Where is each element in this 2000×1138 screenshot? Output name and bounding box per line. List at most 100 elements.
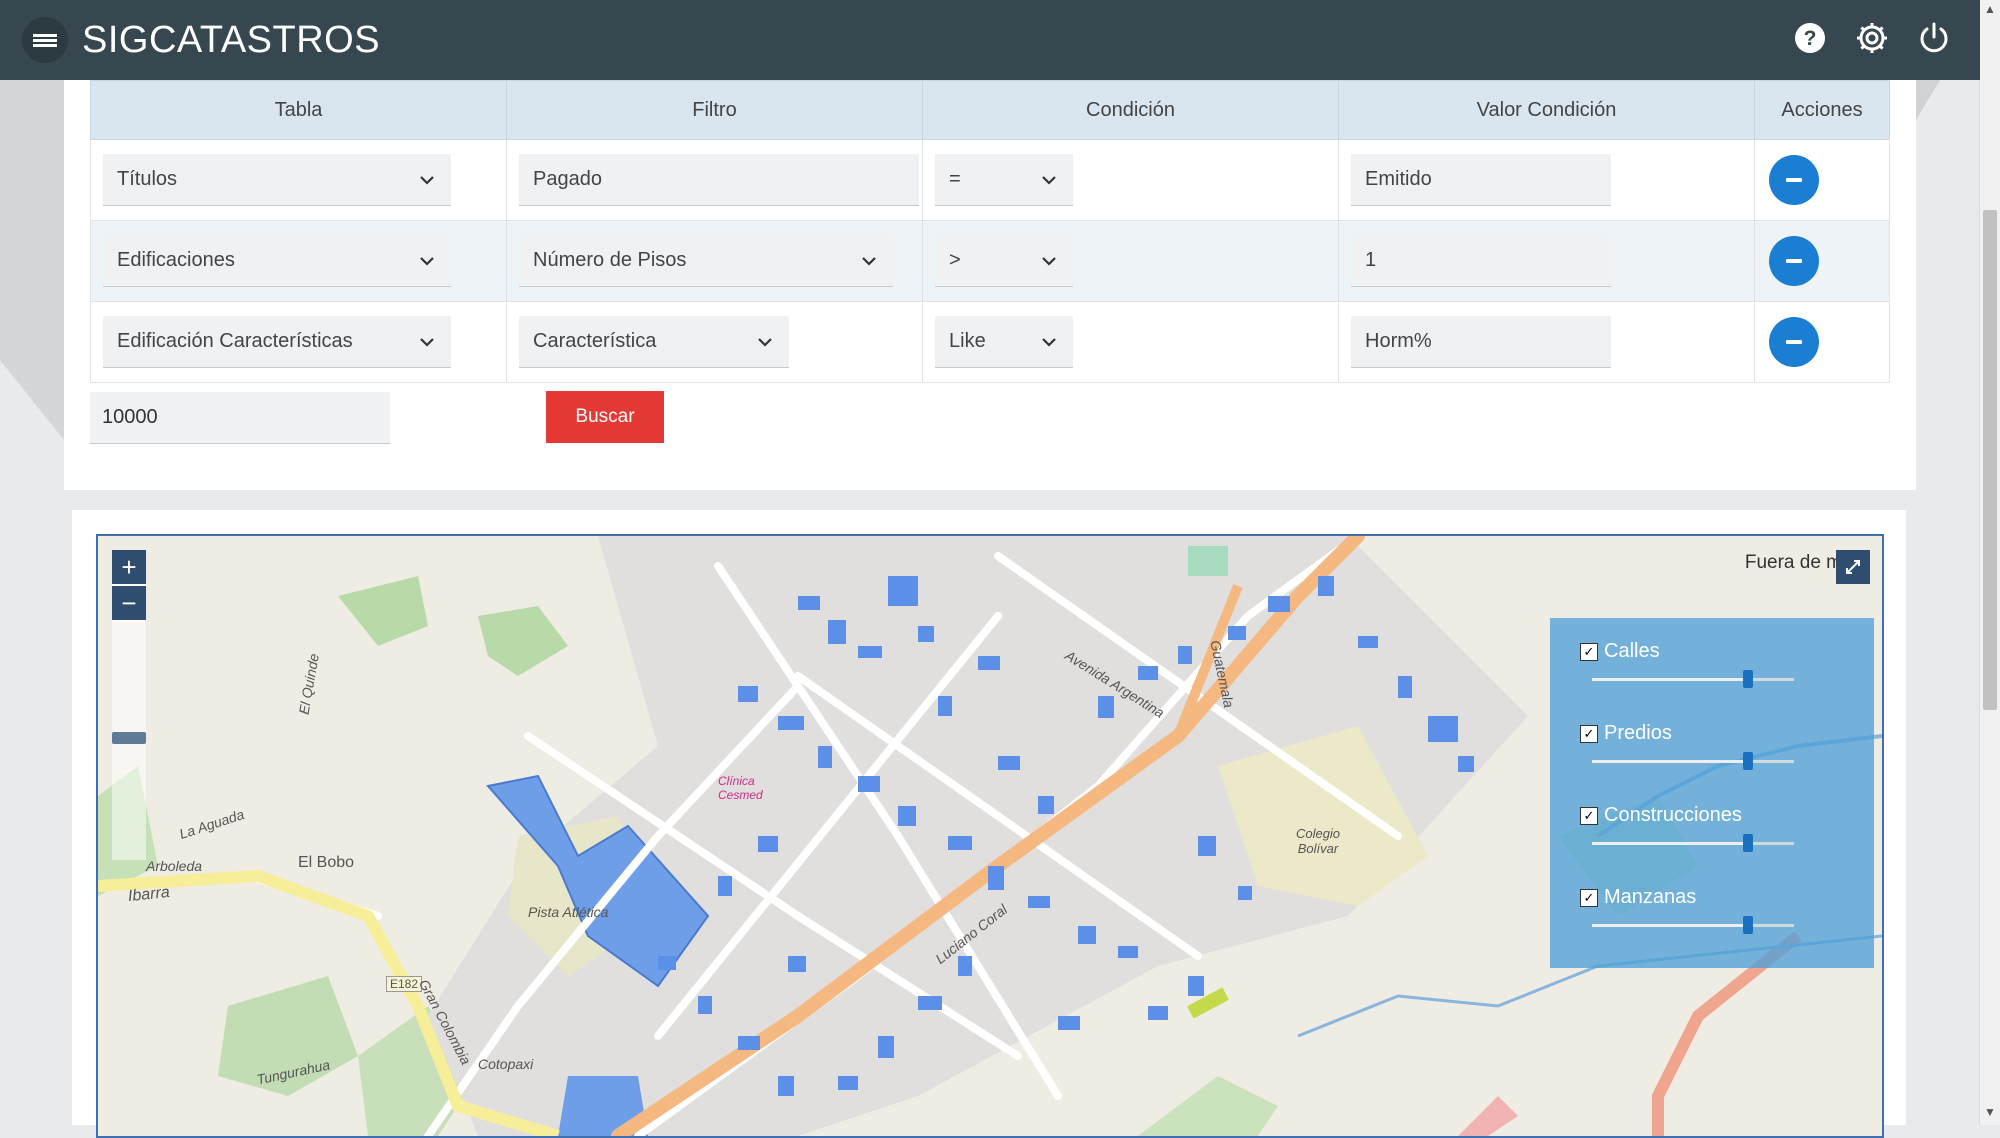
- menu-button[interactable]: [22, 17, 68, 63]
- scrollbar-thumb[interactable]: [1983, 210, 1997, 710]
- chevron-down-icon: [420, 256, 434, 266]
- chevron-down-icon: [758, 337, 772, 347]
- layer-label: Predios: [1604, 722, 1672, 744]
- layer-checkbox[interactable]: ✓: [1580, 724, 1598, 743]
- layer-item-calles: ✓ Calles: [1580, 640, 1860, 688]
- filtro-input[interactable]: Pagado: [519, 154, 919, 206]
- zoom-in-button[interactable]: +: [112, 550, 146, 584]
- chevron-down-icon: [420, 175, 434, 185]
- table-row: Edificaciones Número de Pisos > 1: [90, 220, 1890, 302]
- column-header-acciones: Acciones: [1754, 80, 1890, 140]
- tabla-value: Edificación Características: [117, 330, 353, 352]
- tabla-select[interactable]: Edificaciones: [103, 235, 451, 287]
- column-header-valor: Valor Condición: [1338, 80, 1755, 140]
- zoom-controls: + −: [112, 550, 146, 622]
- slider-thumb[interactable]: [1742, 916, 1753, 934]
- menu-icon: [33, 32, 57, 49]
- scroll-down-arrow[interactable]: ▼: [1980, 1105, 2000, 1123]
- column-header-filtro: Filtro: [506, 80, 923, 140]
- remove-row-button[interactable]: [1769, 236, 1819, 286]
- chevron-down-icon: [420, 337, 434, 347]
- map-label: El Bobo: [298, 854, 355, 871]
- filter-table: Tabla Filtro Condición Valor Condición A…: [90, 80, 1890, 383]
- valor-value: 1: [1365, 249, 1377, 271]
- map-label: Clínica Cesmed: [718, 774, 763, 802]
- tabla-value: Títulos: [117, 168, 178, 190]
- help-button[interactable]: ?: [1788, 16, 1832, 60]
- settings-button[interactable]: [1850, 16, 1894, 60]
- chevron-down-icon: [1042, 175, 1056, 185]
- layer-opacity-slider[interactable]: [1592, 834, 1794, 852]
- minus-icon: [1786, 340, 1802, 344]
- valor-condicion-input[interactable]: Horm%: [1351, 316, 1611, 368]
- valor-value: Horm%: [1365, 330, 1432, 352]
- layer-switcher: ✓ Calles ✓ Predios ✓ Construcciones ✓ Manzan…: [1550, 618, 1874, 968]
- slider-thumb[interactable]: [1742, 670, 1753, 688]
- layer-opacity-slider[interactable]: [1592, 752, 1794, 770]
- filtro-value: Pagado: [533, 168, 602, 190]
- column-header-tabla: Tabla: [90, 80, 507, 140]
- layer-label: Manzanas: [1604, 886, 1697, 908]
- tabla-select[interactable]: Títulos: [103, 154, 451, 206]
- layer-checkbox[interactable]: ✓: [1580, 642, 1598, 661]
- table-row: Edificación Características Característi…: [90, 301, 1890, 383]
- layer-label: Calles: [1604, 640, 1660, 662]
- zoom-slider[interactable]: [112, 620, 146, 860]
- valor-condicion-input[interactable]: 1: [1351, 235, 1611, 287]
- valor-value: Emitido: [1365, 168, 1432, 190]
- tabla-select[interactable]: Edificación Características: [103, 316, 451, 368]
- svg-text:?: ?: [1804, 27, 1817, 50]
- layer-checkbox[interactable]: ✓: [1580, 888, 1598, 907]
- settings-icon: [1857, 23, 1887, 53]
- map-label: Colegio Bolívar: [1295, 826, 1341, 856]
- table-row: Títulos Pagado = Emitido: [90, 139, 1890, 221]
- scroll-up-arrow[interactable]: ▲: [1980, 2, 2000, 20]
- condicion-select[interactable]: =: [935, 154, 1073, 206]
- chevron-down-icon: [1042, 337, 1056, 347]
- result-limit-input[interactable]: 10000: [90, 392, 390, 444]
- search-button[interactable]: Buscar: [546, 391, 664, 443]
- mouse-position-readout: Fuera de m: [1744, 552, 1842, 573]
- minus-icon: [1786, 259, 1802, 263]
- remove-row-button[interactable]: [1769, 317, 1819, 367]
- filtro-value: Característica: [533, 330, 657, 352]
- page-scrollbar[interactable]: ▲ ▼: [1979, 0, 2000, 1125]
- chevron-down-icon: [862, 256, 876, 266]
- condicion-value: >: [949, 249, 961, 271]
- layer-item-predios: ✓ Predios: [1580, 722, 1860, 770]
- filtro-value: Número de Pisos: [533, 249, 687, 271]
- map-label: Cotopaxi: [478, 1056, 534, 1072]
- logout-button[interactable]: [1912, 16, 1956, 60]
- filter-panel: Tabla Filtro Condición Valor Condición A…: [64, 80, 1916, 490]
- layer-opacity-slider[interactable]: [1592, 670, 1794, 688]
- minus-icon: [1786, 178, 1802, 182]
- help-icon: ?: [1795, 23, 1825, 53]
- filtro-select[interactable]: Característica: [519, 316, 789, 368]
- layer-opacity-slider[interactable]: [1592, 916, 1794, 934]
- layer-checkbox[interactable]: ✓: [1580, 806, 1598, 825]
- layer-item-manzanas: ✓ Manzanas: [1580, 886, 1860, 934]
- map-view[interactable]: El Bobo Pista Atlética Colegio Bolívar C…: [96, 534, 1884, 1138]
- column-header-condicion: Condición: [922, 80, 1339, 140]
- map-label: Pista Atlética: [528, 904, 609, 920]
- condicion-value: Like: [949, 330, 986, 352]
- layer-label: Construcciones: [1604, 804, 1742, 826]
- map-label: Arboleda: [146, 858, 203, 874]
- slider-thumb[interactable]: [1742, 752, 1753, 770]
- filtro-select[interactable]: Número de Pisos: [519, 235, 893, 287]
- layer-item-construcciones: ✓ Construcciones: [1580, 804, 1860, 852]
- tabla-value: Edificaciones: [117, 249, 235, 271]
- condicion-select[interactable]: Like: [935, 316, 1073, 368]
- zoom-out-button[interactable]: −: [112, 586, 146, 620]
- valor-condicion-input[interactable]: Emitido: [1351, 154, 1611, 206]
- slider-thumb[interactable]: [1742, 834, 1753, 852]
- zoom-slider-handle[interactable]: [112, 732, 146, 744]
- power-icon: [1920, 22, 1948, 53]
- top-app-bar: SIGCATASTROS ?: [0, 0, 1980, 80]
- result-limit-value: 10000: [102, 406, 158, 428]
- fullscreen-button[interactable]: [1836, 550, 1870, 584]
- map-panel: El Bobo Pista Atlética Colegio Bolívar C…: [72, 510, 1906, 1138]
- chevron-down-icon: [1042, 256, 1056, 266]
- condicion-select[interactable]: >: [935, 235, 1073, 287]
- remove-row-button[interactable]: [1769, 155, 1819, 205]
